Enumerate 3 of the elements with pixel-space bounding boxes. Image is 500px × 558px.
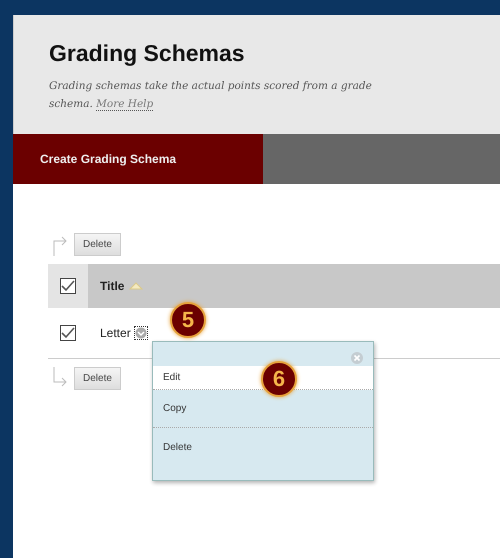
page-title: Grading Schemas [49, 40, 246, 67]
page-description: Grading schemas take the actual points scored from a grade schema. More Help [49, 79, 373, 113]
step-callout-tooltip: 5 [170, 302, 206, 338]
